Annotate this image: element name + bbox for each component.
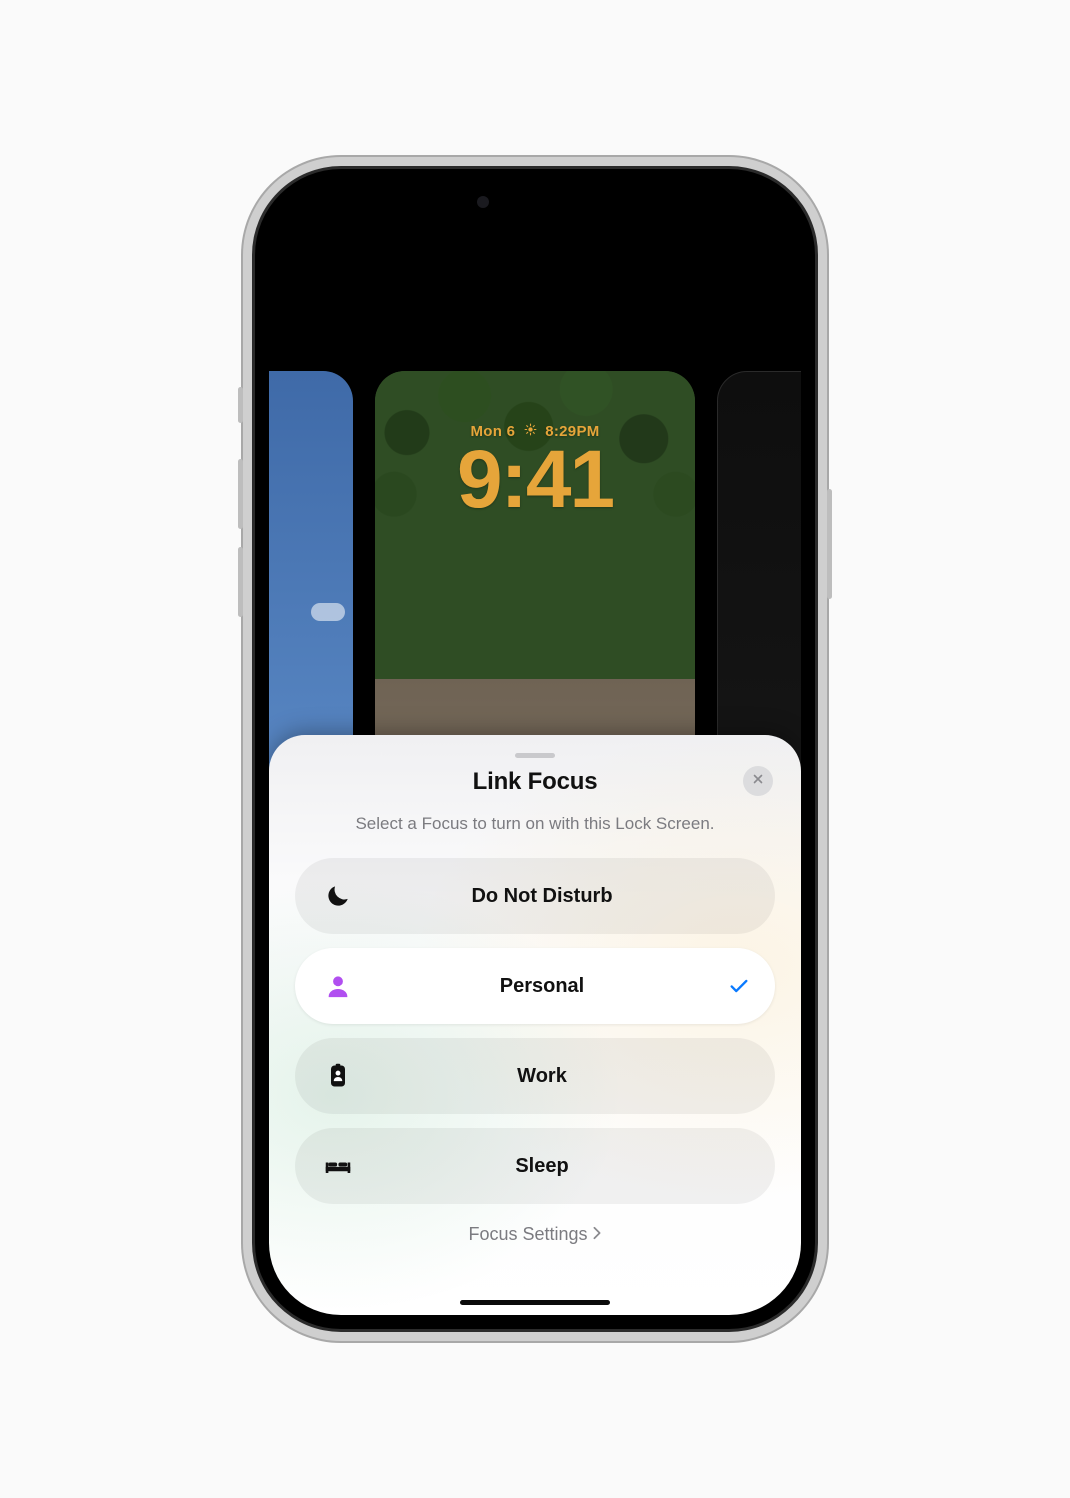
- link-focus-sheet: Link Focus Select a Focus to turn on wit…: [269, 735, 801, 1315]
- iphone-device-frame: Mon 6 8:29PM 9:41 Link Focus: [255, 169, 815, 1329]
- wallpaper-illustration: [375, 371, 695, 679]
- focus-option-work[interactable]: Work: [295, 1038, 775, 1114]
- lockscreen-clock-overlay: Mon 6 8:29PM 9:41: [375, 423, 695, 517]
- focus-option-do-not-disturb[interactable]: Do Not Disturb: [295, 858, 775, 934]
- screen: Mon 6 8:29PM 9:41 Link Focus: [269, 183, 801, 1315]
- person-icon: [301, 972, 375, 1000]
- notch: [435, 183, 635, 221]
- focus-option-sleep[interactable]: Sleep: [295, 1128, 775, 1204]
- home-indicator[interactable]: [460, 1300, 610, 1305]
- sheet-subtitle: Select a Focus to turn on with this Lock…: [295, 814, 775, 834]
- bed-icon: [301, 1152, 375, 1180]
- focus-option-label: Sleep: [375, 1155, 709, 1178]
- sheet-header: Link Focus: [295, 768, 775, 796]
- close-button[interactable]: [743, 766, 773, 796]
- focus-option-label: Work: [375, 1065, 709, 1088]
- focus-settings-link[interactable]: Focus Settings: [295, 1224, 775, 1245]
- badge-icon: [301, 1062, 375, 1090]
- focus-settings-label: Focus Settings: [468, 1224, 587, 1245]
- widget-pill: [311, 603, 345, 621]
- lockscreen-time: 9:41: [375, 442, 695, 517]
- checkmark-icon: [709, 975, 769, 997]
- sheet-title: Link Focus: [295, 768, 775, 796]
- focus-option-personal[interactable]: Personal: [295, 948, 775, 1024]
- focus-list: Do Not Disturb Personal Wo: [295, 858, 775, 1204]
- focus-option-label: Personal: [375, 975, 709, 998]
- volume-down-button[interactable]: [238, 547, 243, 617]
- close-icon: [752, 772, 764, 790]
- focus-option-label: Do Not Disturb: [375, 885, 709, 908]
- side-button[interactable]: [827, 489, 832, 599]
- moon-icon: [301, 882, 375, 910]
- chevron-right-icon: [592, 1224, 602, 1245]
- volume-up-button[interactable]: [238, 459, 243, 529]
- mute-switch[interactable]: [238, 387, 243, 423]
- sheet-grabber[interactable]: [515, 753, 555, 758]
